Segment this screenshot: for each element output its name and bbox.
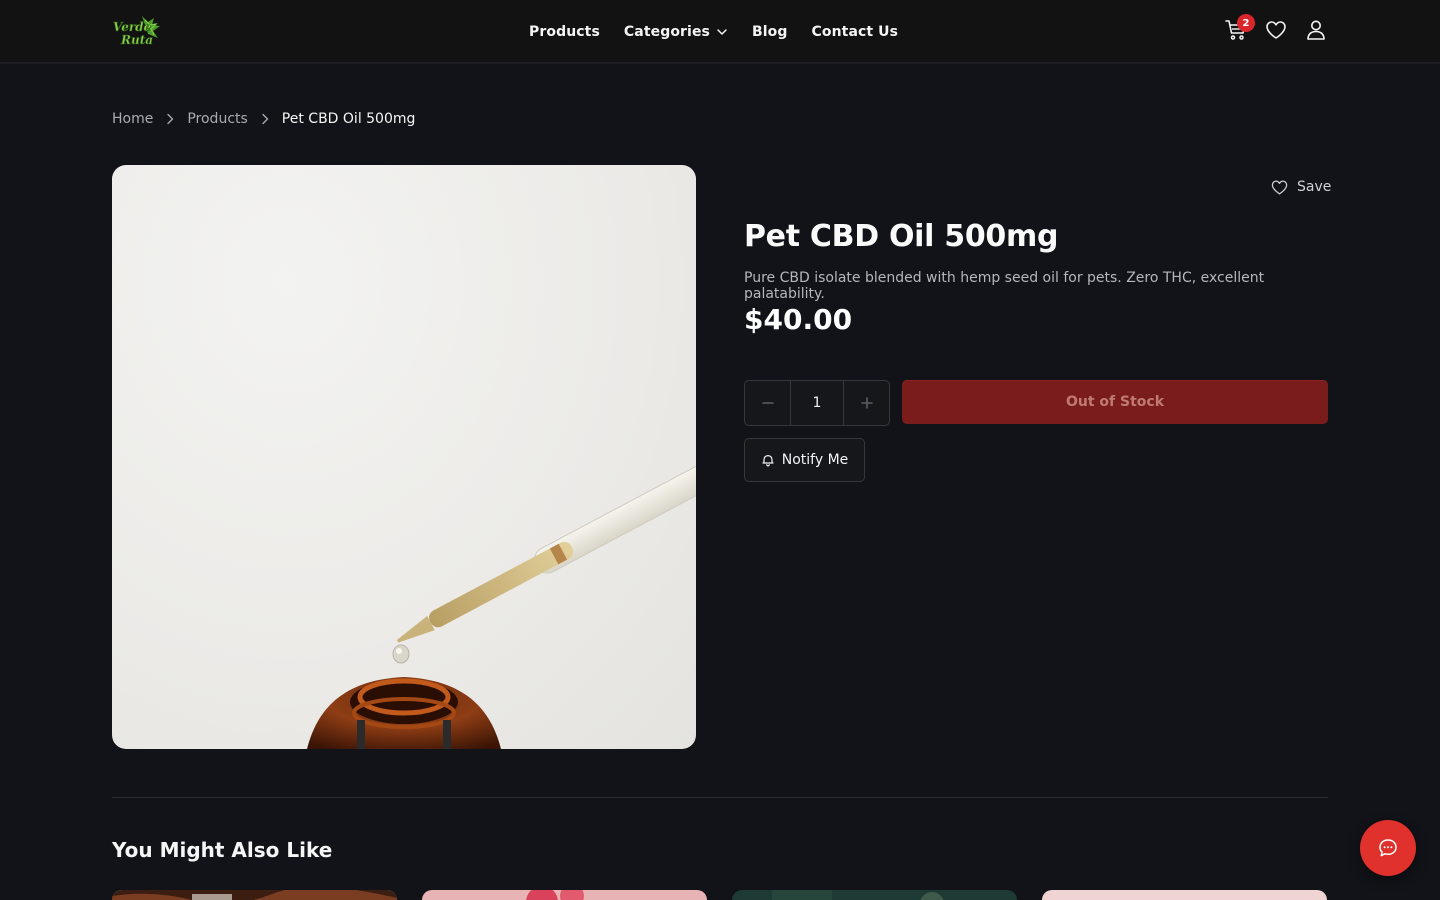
nav-blog-label: Blog xyxy=(752,24,788,40)
wishlist-button[interactable] xyxy=(1264,18,1288,42)
nav-blog[interactable]: Blog xyxy=(752,24,788,40)
cart-count-badge: 2 xyxy=(1237,14,1255,32)
heart-icon xyxy=(1271,180,1288,194)
section-divider xyxy=(112,797,1328,798)
notify-me-button[interactable]: Notify Me xyxy=(744,438,865,482)
site-header: Verde Ruta Products Categories Blog Cont… xyxy=(0,0,1440,64)
chevron-down-icon xyxy=(717,29,727,35)
save-button[interactable]: Save xyxy=(1270,176,1331,198)
nav-products-label: Products xyxy=(529,24,600,40)
related-product-image xyxy=(422,890,707,900)
nav-products[interactable]: Products xyxy=(529,24,600,40)
related-product-card-4[interactable] xyxy=(1042,890,1327,900)
user-icon xyxy=(1307,20,1325,40)
chat-bubble-icon xyxy=(1379,839,1397,857)
decrease-quantity-button[interactable] xyxy=(745,381,790,425)
breadcrumb-home[interactable]: Home xyxy=(112,111,153,127)
related-products-heading: You Might Also Like xyxy=(112,838,333,862)
product-description: Pure CBD isolate blended with hemp seed … xyxy=(744,270,1265,302)
minus-icon xyxy=(761,402,774,404)
nav-contact-label: Contact Us xyxy=(811,24,899,40)
svg-text:Ruta: Ruta xyxy=(120,33,153,47)
related-product-card-1[interactable] xyxy=(112,890,397,900)
bell-icon xyxy=(762,455,774,467)
chat-button[interactable] xyxy=(1360,820,1416,876)
cart-button[interactable]: 2 xyxy=(1224,14,1255,42)
product-image xyxy=(112,165,696,749)
svg-text:Verde: Verde xyxy=(113,20,152,34)
notify-me-label: Notify Me xyxy=(781,452,849,468)
product-title: Pet CBD Oil 500mg xyxy=(744,219,1059,254)
heart-icon xyxy=(1266,21,1286,39)
breadcrumb-products[interactable]: Products xyxy=(187,111,247,127)
related-product-card-3[interactable] xyxy=(732,890,1017,900)
save-label: Save xyxy=(1297,179,1332,195)
related-product-card-2[interactable] xyxy=(422,890,707,900)
nav-categories-label: Categories xyxy=(623,24,710,40)
account-button[interactable] xyxy=(1304,18,1328,42)
related-product-image xyxy=(1042,890,1327,900)
dropper-bottle-illustration xyxy=(307,450,696,749)
related-product-image xyxy=(732,890,1017,900)
out-of-stock-button[interactable]: Out of Stock xyxy=(902,380,1328,424)
verde-ruta-logo[interactable]: Verde Ruta xyxy=(112,14,162,48)
product-price: $40.00 xyxy=(744,303,853,336)
main-nav: Products Categories Blog Contact Us xyxy=(529,20,898,44)
quantity-stepper: 1 xyxy=(744,380,890,426)
nav-categories[interactable]: Categories xyxy=(624,24,728,40)
related-product-image xyxy=(112,890,397,900)
increase-quantity-button[interactable] xyxy=(844,381,889,425)
nav-contact-us[interactable]: Contact Us xyxy=(812,24,899,40)
chevron-right-icon xyxy=(167,113,174,125)
plus-icon xyxy=(860,397,873,409)
quantity-value[interactable]: 1 xyxy=(790,381,844,425)
breadcrumb: Home Products Pet CBD Oil 500mg xyxy=(112,108,415,130)
chevron-right-icon xyxy=(262,113,268,125)
breadcrumb-current: Pet CBD Oil 500mg xyxy=(281,111,416,127)
header-actions: 2 xyxy=(1224,14,1328,44)
